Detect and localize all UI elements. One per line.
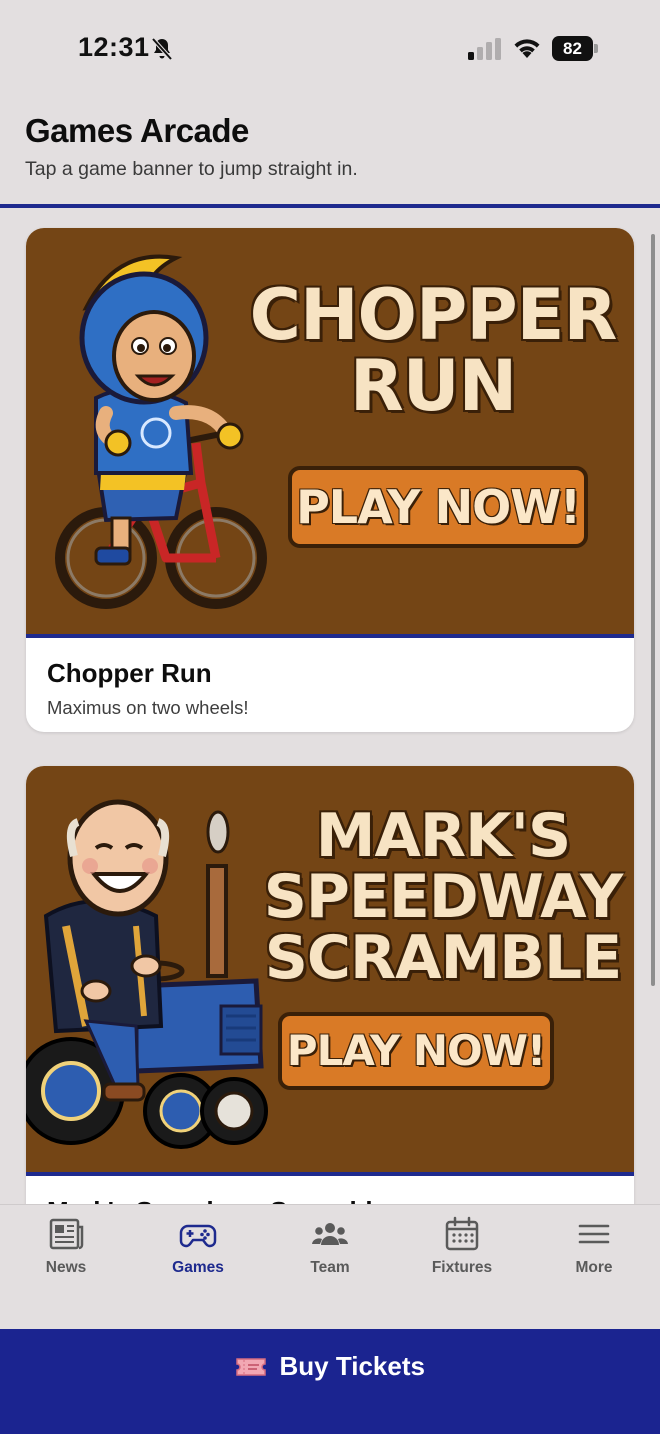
tab-label: Team bbox=[310, 1259, 350, 1276]
buy-tickets-button[interactable]: Buy Tickets bbox=[0, 1329, 660, 1434]
game-description: Maximus on two wheels! bbox=[47, 697, 249, 718]
page-header: Games Arcade Tap a game banner to jump s… bbox=[25, 112, 635, 181]
wifi-icon bbox=[514, 39, 540, 58]
play-now-button[interactable]: PLAY NOW! bbox=[278, 1012, 554, 1090]
banner-title: MARK'S SPEEDWAY SCRAMBLE bbox=[263, 801, 624, 994]
battery-indicator: 82 bbox=[552, 36, 598, 61]
card-info: Mark's Speedway Scramble bbox=[26, 1176, 634, 1204]
game-banner[interactable]: CHOPPER RUN PLAY NOW! bbox=[26, 228, 634, 634]
status-bar: 12:31 82 bbox=[0, 0, 660, 96]
page-subtitle: Tap a game banner to jump straight in. bbox=[25, 158, 358, 180]
tab-games[interactable]: Games bbox=[148, 1215, 248, 1277]
tab-label: Fixtures bbox=[431, 1259, 493, 1276]
buy-tickets-content: Buy Tickets bbox=[0, 1351, 660, 1382]
tab-label: Games bbox=[172, 1259, 224, 1276]
cell-signal-icon bbox=[468, 38, 501, 60]
tab-label: News bbox=[45, 1259, 87, 1276]
game-title: Mark's Speedway Scramble bbox=[47, 1196, 613, 1204]
calendar-icon bbox=[445, 1216, 479, 1251]
tab-team[interactable]: Team bbox=[280, 1215, 380, 1277]
card-info: Chopper Run Maximus on two wheels! bbox=[26, 638, 634, 719]
tab-news[interactable]: News bbox=[16, 1215, 116, 1277]
game-title: Chopper Run bbox=[47, 658, 212, 688]
tab-bar: News Games Team Fixtures More bbox=[0, 1204, 660, 1329]
game-card-marks-speedway-scramble[interactable]: MARK'S SPEEDWAY SCRAMBLE PLAY NOW! Mark'… bbox=[26, 766, 634, 1204]
bell-muted-icon bbox=[151, 37, 173, 61]
game-card-chopper-run[interactable]: CHOPPER RUN PLAY NOW! Chopper Run Maximu… bbox=[26, 228, 634, 732]
tab-label: More bbox=[575, 1259, 613, 1276]
tractor-rider-illustration bbox=[26, 799, 268, 1149]
game-banner[interactable]: MARK'S SPEEDWAY SCRAMBLE PLAY NOW! bbox=[26, 766, 634, 1172]
banner-title: CHOPPER RUN bbox=[249, 274, 618, 428]
gamepad-icon bbox=[179, 1224, 217, 1248]
status-time: 12:31 bbox=[78, 32, 150, 62]
tab-fixtures[interactable]: Fixtures bbox=[412, 1215, 512, 1277]
team-icon bbox=[312, 1223, 348, 1245]
menu-icon bbox=[578, 1224, 610, 1244]
scrollbar[interactable] bbox=[651, 234, 655, 986]
play-now-button[interactable]: PLAY NOW! bbox=[288, 466, 588, 548]
battery-cap bbox=[594, 44, 598, 53]
games-list[interactable]: CHOPPER RUN PLAY NOW! Chopper Run Maximu… bbox=[0, 208, 660, 1204]
page-title: Games Arcade bbox=[25, 112, 249, 149]
newspaper-icon bbox=[49, 1218, 84, 1250]
tab-more[interactable]: More bbox=[544, 1215, 644, 1277]
buy-tickets-label: Buy Tickets bbox=[279, 1351, 425, 1381]
ticket-icon bbox=[236, 1357, 266, 1376]
battery-level: 82 bbox=[552, 36, 593, 61]
mascot-bike-illustration bbox=[55, 254, 267, 609]
